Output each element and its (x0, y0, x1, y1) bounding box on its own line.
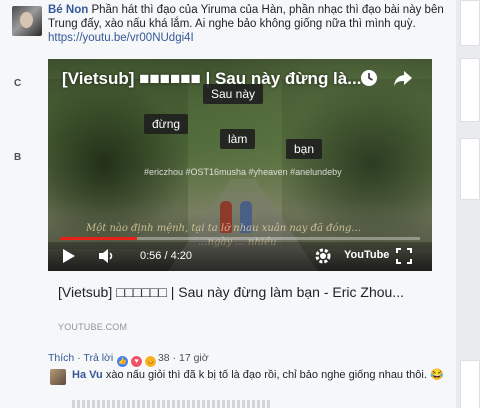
lyric-word-1: Sau này (203, 84, 264, 104)
sidebar-card-2[interactable] (460, 58, 480, 122)
comment-author[interactable]: Bé Non (48, 4, 88, 16)
sidebar-letter-3: B (14, 152, 22, 163)
sidebar-card-3[interactable] (460, 138, 480, 200)
comment-text: Phần hát thì đạo của Yiruma của Hàn, phầ… (48, 4, 444, 30)
like-link[interactable]: Thích (48, 352, 74, 364)
link-preview-title[interactable]: [Vietsub] □□□□□□ | Sau này đừng làm bạn … (58, 283, 438, 301)
avatar-face (20, 12, 33, 28)
share-icon[interactable] (393, 69, 413, 87)
reaction-count[interactable]: 38 (158, 352, 170, 364)
settings-gear-icon[interactable] (314, 247, 332, 265)
reply-link[interactable]: Trả lời (83, 352, 113, 364)
progress-played (60, 237, 138, 240)
love-reaction-icon[interactable]: ♥ (130, 355, 144, 368)
link-preview-domain: YOUTUBE.COM (58, 322, 128, 332)
laughing-emoji-icon: 😂 (429, 369, 444, 381)
haha-reaction-icon[interactable]: ◡ (144, 355, 158, 368)
comment-actions: Thích · Trả lời 👍 ♥ ◡ 38 · 17 giờ (48, 352, 209, 368)
sidebar-letter-2: C (14, 78, 22, 89)
sidebar-card-1[interactable] (460, 0, 480, 46)
volume-icon[interactable] (98, 248, 116, 264)
lyric-word-2: đừng (144, 114, 189, 134)
like-reaction-icon[interactable]: 👍 (116, 355, 130, 368)
video-hashtags: #ericzhou #OST16musha #yheaven #anelunde… (144, 167, 342, 177)
video-player[interactable]: [Vietsub] ■■■■■■ | Sau này đừng là... Sa… (48, 59, 432, 271)
sidebar-card-4 (460, 360, 480, 408)
youtube-logo[interactable]: YouTube (344, 249, 389, 261)
commenter-avatar[interactable] (12, 6, 42, 36)
fullscreen-icon[interactable] (396, 248, 412, 264)
lyric-word-3: làm (220, 129, 256, 149)
reply-author[interactable]: Ha Vu (72, 369, 103, 381)
reply-text: xào nấu giỏi thì đã k bị tố là đạo rồi, … (105, 369, 427, 381)
comment-time[interactable]: 17 giờ (179, 352, 209, 364)
progress-bar[interactable] (60, 237, 420, 240)
reply-body: Ha Vu xào nấu giỏi thì đã k bị tố là đạo… (72, 368, 452, 382)
watch-later-icon[interactable] (360, 69, 378, 87)
reply-avatar[interactable] (50, 369, 66, 385)
facebook-comment-thread: N C B Bé Non Phần hát thì đạo của Yiruma… (0, 0, 480, 408)
comment-body: Bé Non Phần hát thì đạo của Yiruma của H… (48, 3, 448, 45)
player-controls: 0:56 / 4:20 YouTube (48, 242, 432, 271)
comment-link[interactable]: https://youtu.be/vr00NUdgi4I (48, 32, 194, 44)
time-display: 0:56 / 4:20 (140, 250, 192, 262)
lyric-word-4: bạn (286, 139, 323, 159)
video-subtitle-line-1: Một nào định mệnh, tại ta lỡ nhau xuân n… (86, 223, 361, 234)
play-icon[interactable] (62, 248, 76, 264)
reply-actions-cutoff (72, 400, 272, 408)
